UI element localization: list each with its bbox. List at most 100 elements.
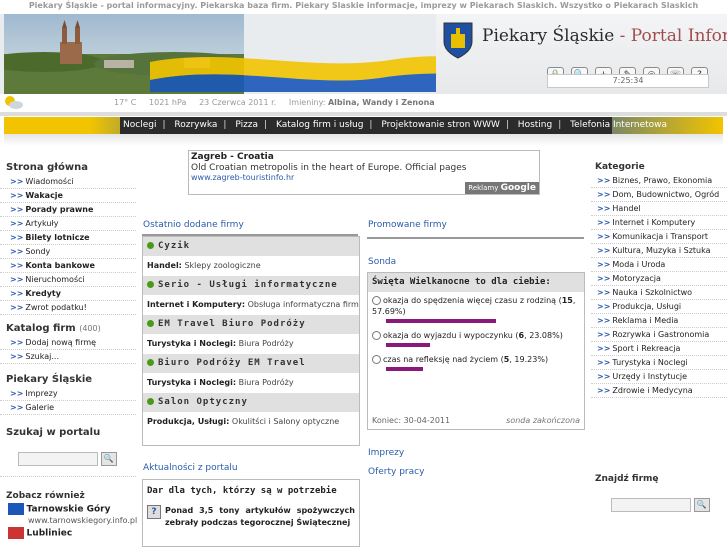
catalog-section-title[interactable]: Katalog firm (400) <box>0 315 136 336</box>
news-title[interactable]: Aktualności z portalu <box>143 463 238 473</box>
ad-title[interactable]: Zagreb - Croatia <box>189 151 539 163</box>
names-label: Imieniny: <box>288 98 326 107</box>
sidebar-item[interactable]: >> Wiadomości <box>0 175 136 189</box>
category-item[interactable]: >> Turystyka i Noclegi <box>591 356 727 370</box>
events-link[interactable]: Imprezy <box>368 448 404 458</box>
sidebar-item[interactable]: >> Artykuły <box>0 217 136 231</box>
nav-shadow <box>4 134 723 146</box>
city-section-title[interactable]: Piekary Śląskie <box>0 364 136 387</box>
poll-radio[interactable] <box>372 331 381 340</box>
nav-item-rozrywka[interactable]: Rozrywka <box>171 120 220 130</box>
firm-category-desc: Sklepy zoologiczne <box>184 261 261 270</box>
nav-item-katalog[interactable]: Katalog firm i usług <box>273 120 366 130</box>
sidebar-item-add-firm[interactable]: >> Dodaj nową firmę <box>0 336 136 350</box>
category-item[interactable]: >> Nauka i Szkolnictwo <box>591 286 727 300</box>
firm-search-input[interactable] <box>611 498 691 512</box>
firm-search-button[interactable]: 🔍 <box>693 498 710 512</box>
poll-options: okazja do spędzenia więcej czasu z rodzi… <box>368 292 584 371</box>
sidebar-item[interactable]: >> Konta bankowe <box>0 259 136 273</box>
poll-section-title[interactable]: Sonda <box>368 257 396 267</box>
sidebar-item[interactable]: >> Zwrot podatku! <box>0 301 136 315</box>
firm-category-label: Turystyka i Noclegi: <box>147 339 237 348</box>
firm-name[interactable]: Serio - Usługi informatyczne <box>143 276 359 295</box>
ad-url[interactable]: www.zagreb-touristinfo.hr <box>189 173 539 182</box>
nav-item-pizza[interactable]: Pizza <box>232 120 261 130</box>
portal-search-button[interactable]: 🔍 <box>100 452 117 466</box>
category-item[interactable]: >> Komunikacja i Transport <box>591 230 727 244</box>
sidebar-item-label: Kredyty <box>25 289 61 298</box>
jobs-link[interactable]: Oferty pracy <box>368 467 424 477</box>
poll-radio[interactable] <box>372 296 381 305</box>
see-also-item-tarnowskie[interactable]: Tarnowskie Góry <box>0 503 136 516</box>
see-also-url[interactable]: www.tarnowskiegory.info.pl <box>0 516 137 525</box>
firm-name[interactable]: Cyzik <box>143 237 359 256</box>
sidebar-item-label: Szukaj... <box>25 352 59 361</box>
poll-option[interactable]: okazja do spędzenia więcej czasu z rodzi… <box>368 292 584 317</box>
ad-badge[interactable]: Reklamy Google <box>465 182 539 194</box>
see-also-item-lubliniec[interactable]: Lubliniec <box>0 526 136 540</box>
category-label: Zdrowie i Medycyna <box>612 386 693 395</box>
category-item[interactable]: >> Kultura, Muzyka i Sztuka <box>591 244 727 258</box>
category-label: Nauka i Szkolnictwo <box>612 288 693 297</box>
category-item[interactable]: >> Zdrowie i Medycyna <box>591 384 727 398</box>
sidebar-item[interactable]: >> Bilety lotnicze <box>0 231 136 245</box>
category-item[interactable]: >> Moda i Uroda <box>591 258 727 272</box>
category-label: Biznes, Prawo, Ekonomia <box>612 176 713 185</box>
firm-category: Handel: Sklepy zoologiczne <box>143 256 359 276</box>
promoted-firms-title[interactable]: Promowane firmy <box>368 220 447 230</box>
nav-item-noclegi[interactable]: Noclegi <box>120 120 159 130</box>
category-item[interactable]: >> Produkcja, Usługi <box>591 300 727 314</box>
sidebar-item[interactable]: >> Wakacje <box>0 189 136 203</box>
google-ad[interactable]: Zagreb - Croatia Old Croatian metropolis… <box>188 150 540 195</box>
bullet-icon <box>147 398 154 405</box>
search-section-title: Szukaj w portalu <box>6 427 101 438</box>
sidebar-item[interactable]: >> Kredyty <box>0 287 136 301</box>
category-item[interactable]: >> Sport i Rekreacja <box>591 342 727 356</box>
info-text: 17° C 1021 hPa 23 Czerwca 2011 r. Imieni… <box>114 98 435 107</box>
category-item[interactable]: >> Reklama i Media <box>591 314 727 328</box>
portal-search: 🔍 <box>0 440 136 466</box>
firm-name[interactable]: EM Travel Biuro Podróży <box>143 315 359 334</box>
nav-item-telefonia[interactable]: Telefonia Internetowa <box>567 120 670 130</box>
recent-firms-title[interactable]: Ostatnio dodane firmy <box>143 220 244 230</box>
catalog-title: Katalog firm <box>6 323 76 334</box>
poll-result-bar <box>386 343 430 347</box>
firm-category-desc: Okulitści i Salony optyczne <box>231 417 340 426</box>
firm-name[interactable]: Biuro Podróży EM Travel <box>143 354 359 373</box>
brand-title[interactable]: Piekary Śląskie - Portal Informacyjny <box>482 26 727 46</box>
poll-option[interactable]: okazja do wyjazdu i wypoczynku (6, 23.08… <box>368 327 584 341</box>
news-headline[interactable]: Dar dla tych, którzy są w potrzebie <box>143 480 359 502</box>
arrow-icon: >> <box>597 246 611 255</box>
main-nav: Noclegi | Rozrywka | Pizza | Katalog firm i… <box>4 117 723 134</box>
sidebar-item-events[interactable]: >> Imprezy <box>0 387 136 401</box>
arrow-icon: >> <box>10 303 24 312</box>
category-label: Turystyka i Noclegi <box>612 358 688 367</box>
category-item[interactable]: >> Handel <box>591 202 727 216</box>
see-also-title: Zobacz również <box>6 491 85 501</box>
category-label: Kultura, Muzyka i Sztuka <box>612 246 711 255</box>
nav-item-projektowanie[interactable]: Projektowanie stron WWW <box>378 120 503 130</box>
arrow-icon: >> <box>597 386 611 395</box>
sidebar-item[interactable]: >> Porady prawne <box>0 203 136 217</box>
firm-name-label: EM Travel Biuro Podróży <box>158 319 306 329</box>
sidebar-item-galleries[interactable]: >> Galerie <box>0 401 136 415</box>
category-item[interactable]: >> Internet i Komputery <box>591 216 727 230</box>
firm-category-desc: Obsługa informatyczna firm <box>247 300 359 309</box>
nav-item-hosting[interactable]: Hosting <box>515 120 555 130</box>
category-item[interactable]: >> Motoryzacja <box>591 272 727 286</box>
category-item[interactable]: >> Biznes, Prawo, Ekonomia <box>591 174 727 188</box>
poll-option[interactable]: czas na refleksję nad życiem (5, 19.23%) <box>368 351 584 365</box>
portal-search-input[interactable] <box>18 452 98 466</box>
sidebar-item-label: Sondy <box>25 247 51 256</box>
city-crest-icon <box>443 22 473 59</box>
sidebar-item[interactable]: >> Nieruchomości <box>0 273 136 287</box>
category-item[interactable]: >> Urzędy i Instytucje <box>591 370 727 384</box>
category-item[interactable]: >> Rozrywka i Gastronomia <box>591 328 727 342</box>
sidebar-item-search[interactable]: >> Szukaj... <box>0 350 136 364</box>
firm-name[interactable]: Salon Optyczny <box>143 393 359 412</box>
main-section-title[interactable]: Strona główna <box>0 150 136 175</box>
category-item[interactable]: >> Dom, Budownictwo, Ogród <box>591 188 727 202</box>
poll-radio[interactable] <box>372 355 381 364</box>
sidebar-item[interactable]: >> Sondy <box>0 245 136 259</box>
arrow-icon: >> <box>597 302 611 311</box>
